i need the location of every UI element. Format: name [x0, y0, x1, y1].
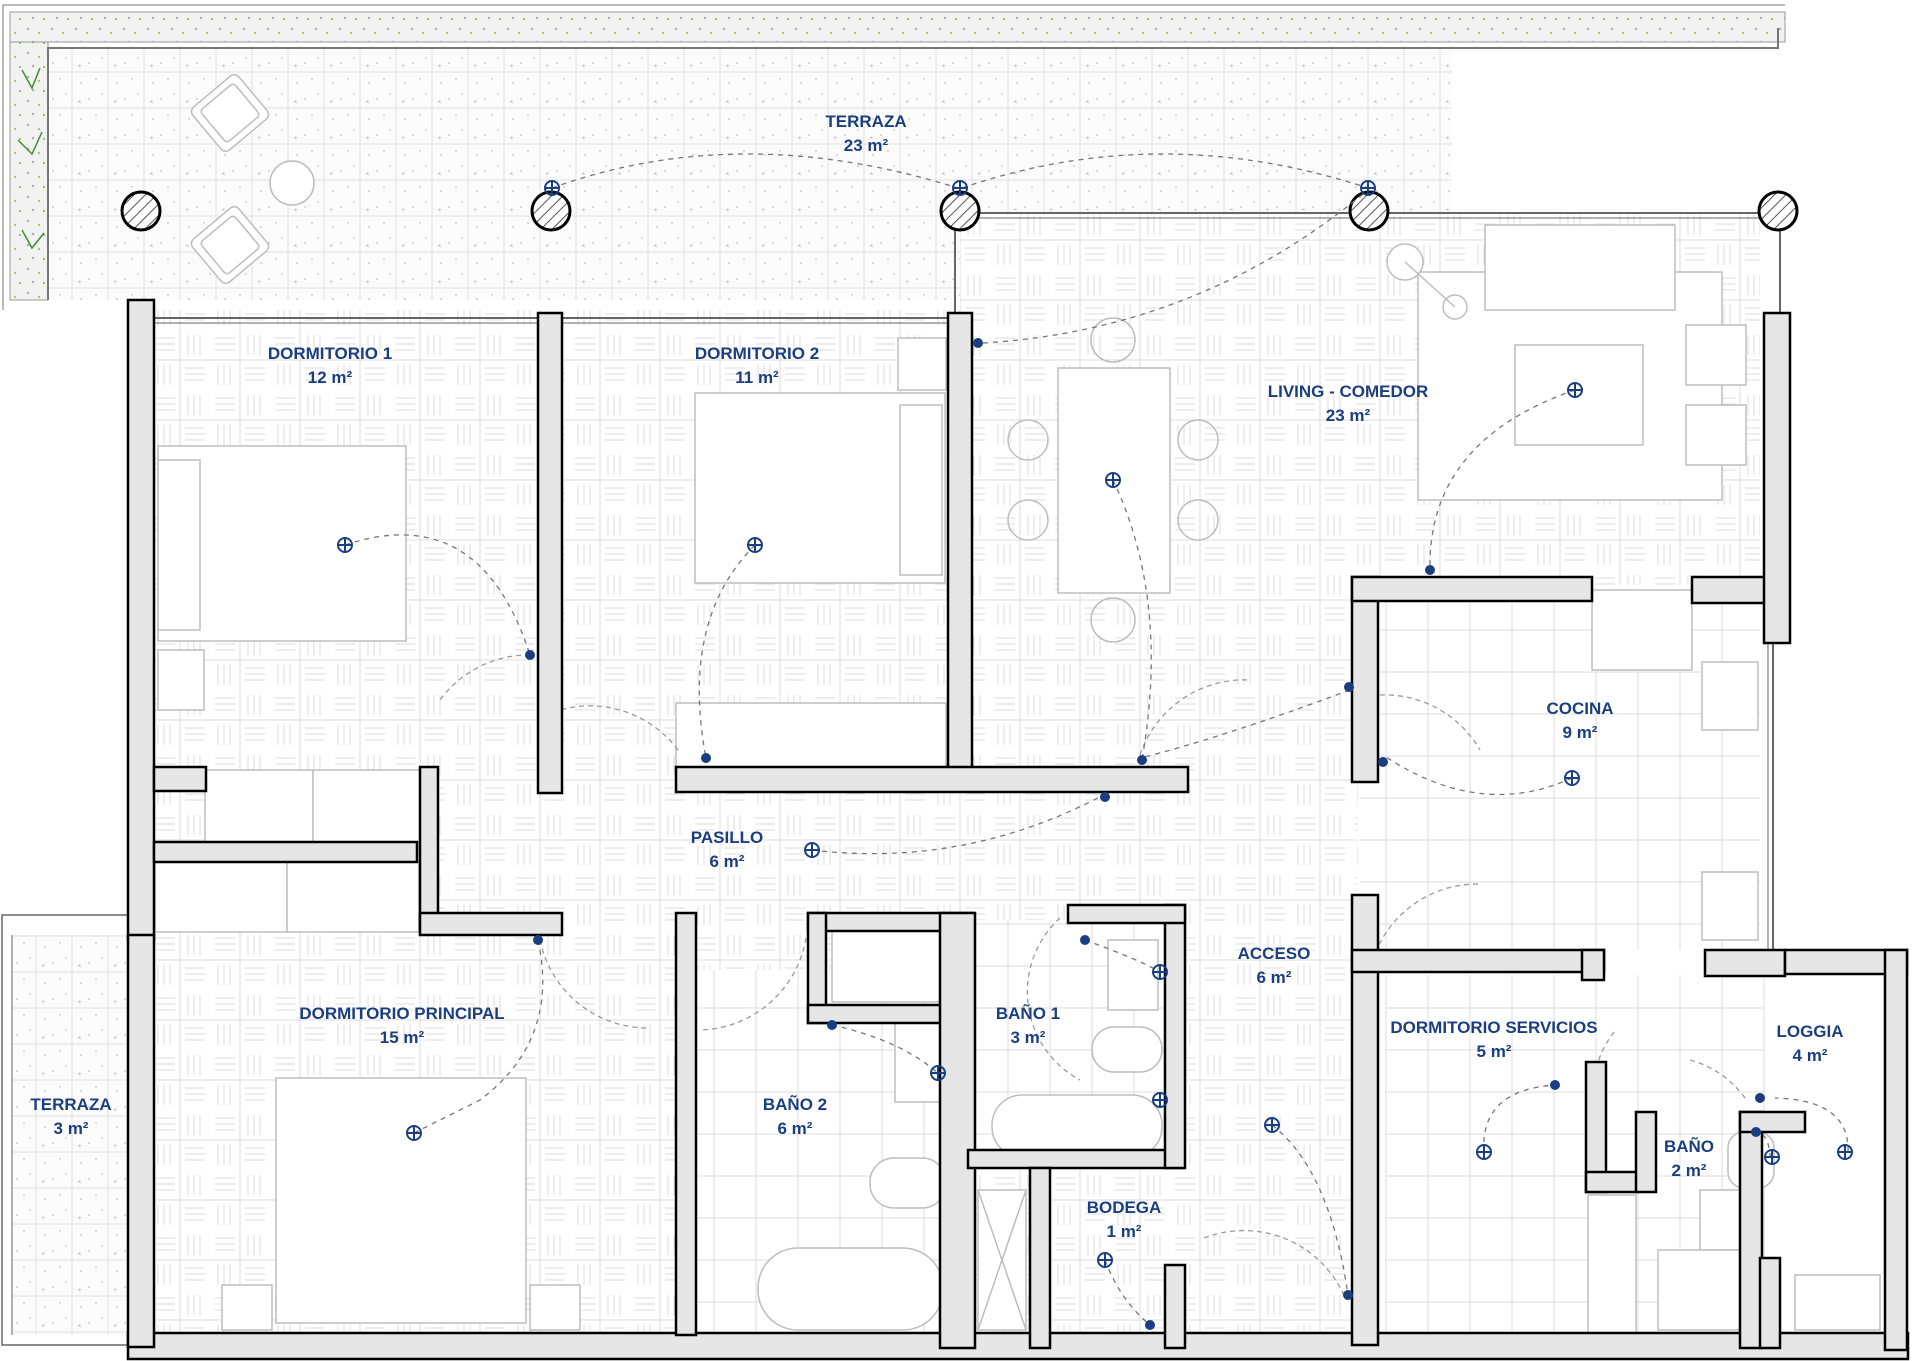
room-label-pasillo: PASILLO 6 m²: [690, 828, 764, 871]
room-label-cocina: COCINA 9 m²: [1546, 699, 1614, 742]
room-label-acceso: ACCESO 6 m²: [1237, 944, 1311, 987]
room-label-loggia: LOGGIA 4 m²: [1776, 1022, 1844, 1065]
room-label-bano: BAÑO 2 m²: [1663, 1137, 1715, 1180]
floor-plan: [1, 4, 1910, 1361]
room-label-dormitorio-servicios: DORMITORIO SERVICIOS 5 m²: [1390, 1018, 1598, 1061]
room-label-dormitorio-1: DORMITORIO 1 12 m²: [267, 344, 393, 387]
room-label-bodega: BODEGA 1 m²: [1086, 1198, 1162, 1241]
room-label-dormitorio-2: DORMITORIO 2 11 m²: [694, 344, 820, 387]
room-label-living-comedor: LIVING - COMEDOR 23 m²: [1267, 382, 1429, 425]
room-label-terraza-small: TERRAZA 3 m²: [30, 1095, 112, 1138]
room-label-bano-2: BAÑO 26 m²: [762, 1095, 828, 1138]
room-label-terraza: TERRAZA 23 m²: [825, 112, 907, 155]
room-label-bano-1: BAÑO 13 m²: [995, 1004, 1061, 1047]
room-label-dormitorio-principal: DORMITORIO PRINCIPAL 15 m²: [299, 1004, 505, 1047]
